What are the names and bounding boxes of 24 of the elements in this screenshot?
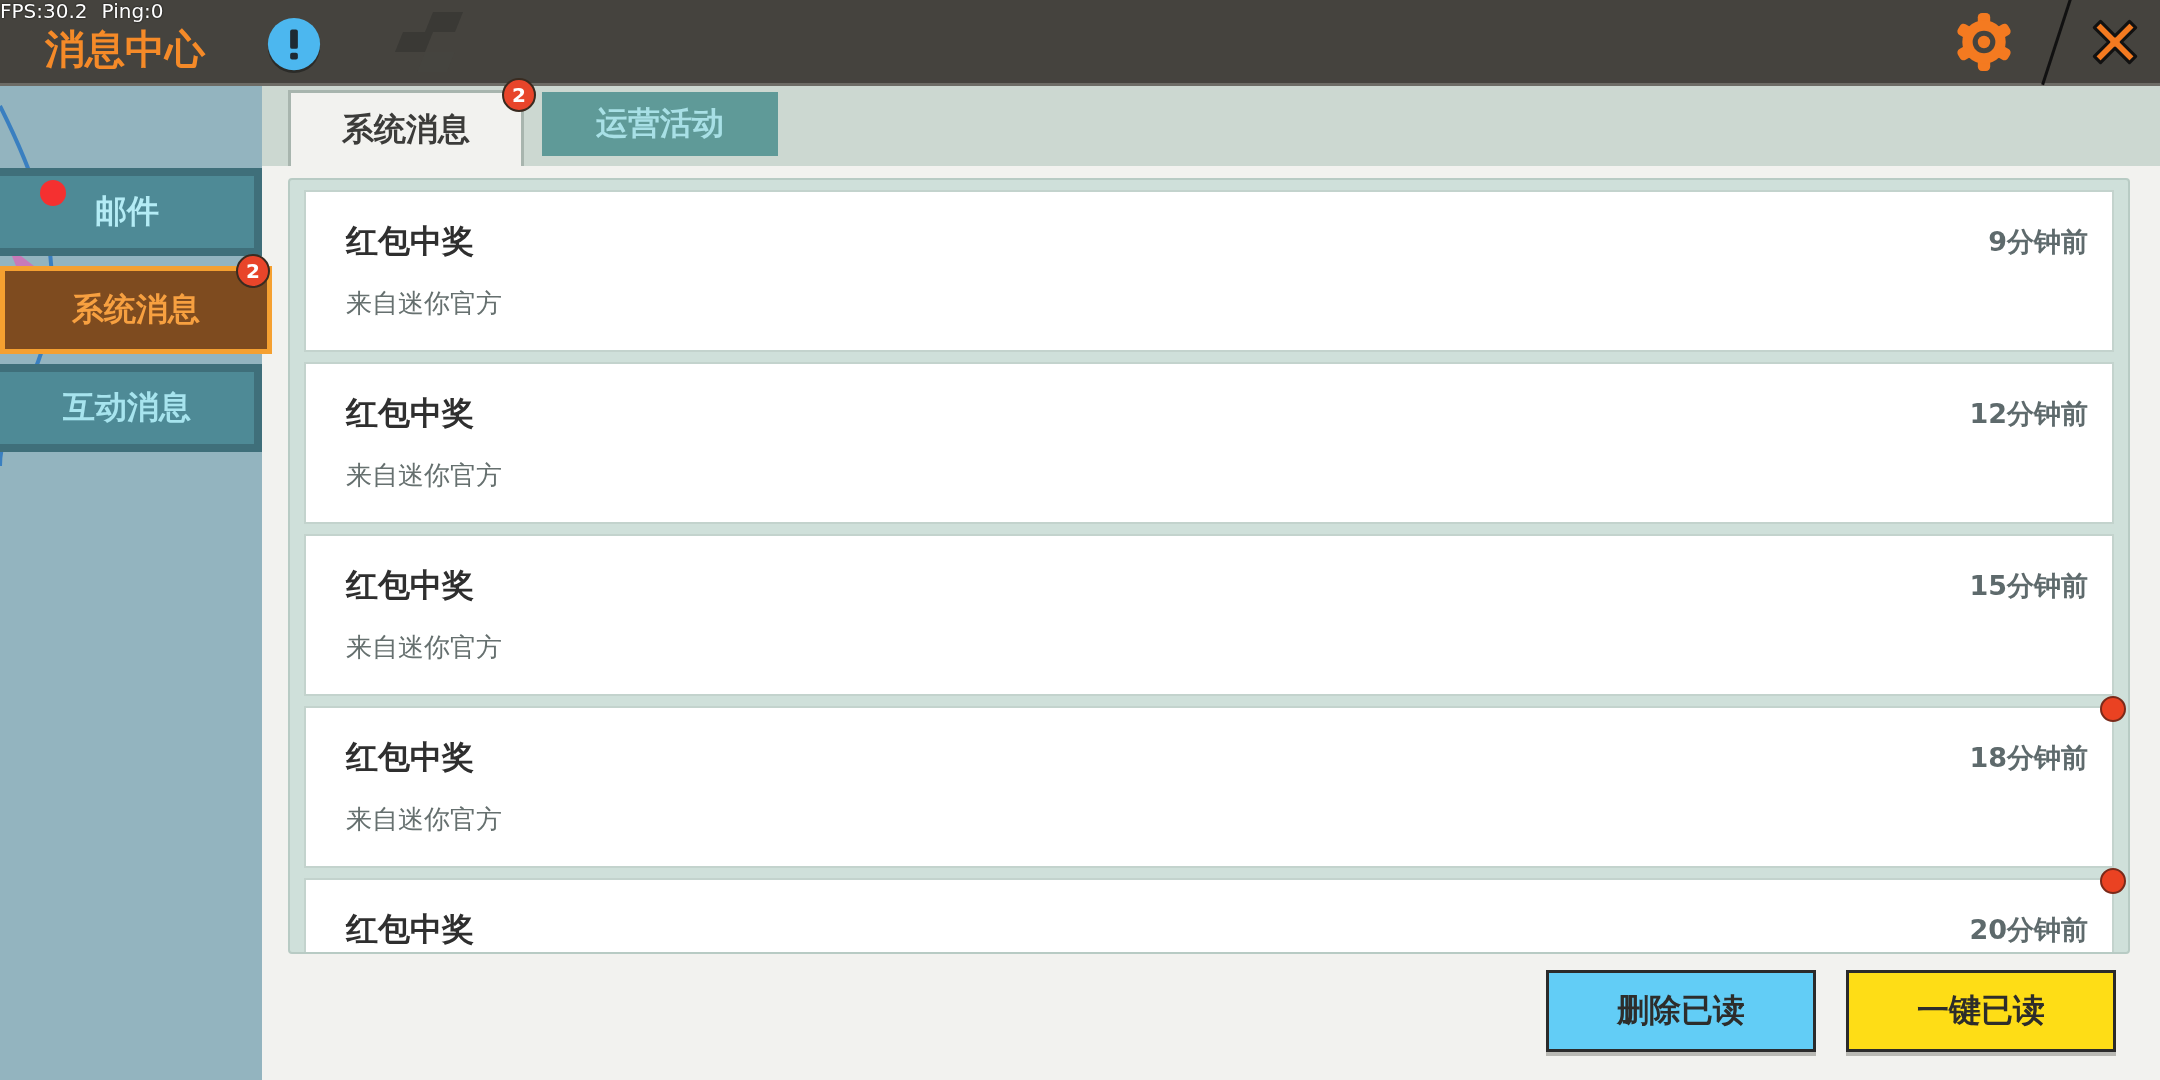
message-row[interactable]: 红包中奖 18分钟前 来自迷你官方 (304, 706, 2114, 868)
info-icon[interactable] (265, 15, 323, 74)
message-title: 红包中奖 (346, 221, 474, 262)
message-title: 红包中奖 (346, 393, 474, 434)
message-title: 红包中奖 (346, 565, 474, 606)
message-row[interactable]: 红包中奖 15分钟前 来自迷你官方 (304, 534, 2114, 696)
message-title: 红包中奖 (346, 909, 474, 950)
message-title: 红包中奖 (346, 737, 474, 778)
message-time: 9分钟前 (1988, 225, 2088, 259)
message-time: 18分钟前 (1969, 741, 2088, 775)
window-title: 消息中心 (45, 25, 205, 74)
message-time: 12分钟前 (1969, 397, 2088, 431)
message-source: 来自迷你官方 (346, 459, 503, 492)
count-badge: 2 (236, 254, 270, 288)
message-source: 来自迷你官方 (346, 287, 503, 320)
message-time: 20分钟前 (1969, 913, 2088, 947)
message-row[interactable]: 红包中奖 12分钟前 来自迷你官方 (304, 362, 2114, 524)
ping-text: Ping:0 (101, 0, 164, 22)
message-time: 15分钟前 (1969, 569, 2088, 603)
message-source: 来自迷你官方 (346, 803, 503, 836)
message-row[interactable]: 红包中奖 9分钟前 来自迷你官方 (304, 190, 2114, 352)
message-source: 来自迷你官方 (346, 631, 503, 664)
fps-text: FPS:30.2 (0, 0, 88, 22)
message-row[interactable]: 红包中奖 20分钟前 (304, 878, 2114, 952)
